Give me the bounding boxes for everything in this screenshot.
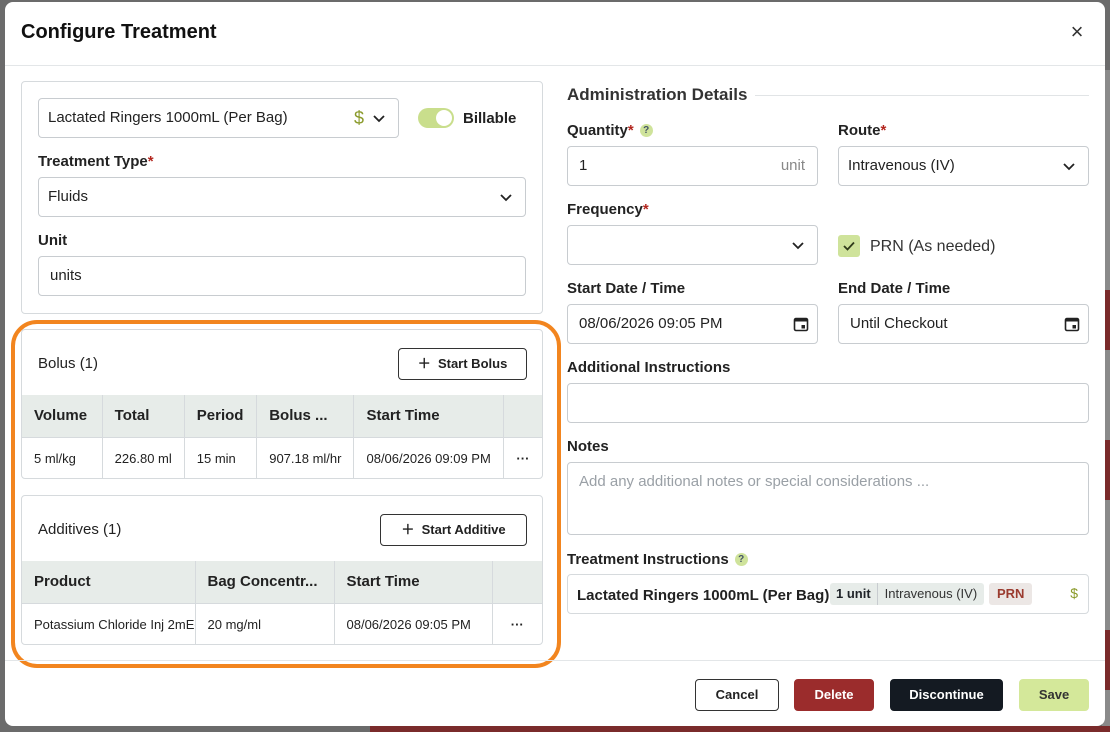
cell-rate: 907.18 ml/hr bbox=[256, 437, 355, 479]
section-title: Administration Details bbox=[567, 85, 748, 104]
start-date-input[interactable]: 08/06/2026 09:05 PM bbox=[567, 304, 818, 344]
additional-instructions-label: Additional Instructions bbox=[567, 359, 731, 376]
prn-chip: PRN bbox=[989, 583, 1033, 605]
cell-total: 226.80 ml bbox=[102, 437, 185, 479]
close-icon[interactable]: × bbox=[1067, 21, 1087, 43]
cell-concentration: 20 mg/ml bbox=[195, 603, 335, 645]
cell-volume: 5 ml/kg bbox=[22, 437, 103, 479]
plus-icon: ＋ bbox=[401, 522, 415, 537]
column-header[interactable]: Start Time bbox=[334, 561, 493, 604]
additives-table: Product Bag Concentr... Start Time Potas… bbox=[22, 561, 542, 645]
bolus-panel: Bolus (1) ＋ Start Bolus Volume Total Per… bbox=[21, 329, 543, 479]
cell-period: 15 min bbox=[184, 437, 258, 479]
discontinue-button[interactable]: Discontinue bbox=[890, 679, 1003, 711]
product-panel: Lactated Ringers 1000mL (Per Bag) $ Bill… bbox=[21, 81, 543, 314]
delete-button[interactable]: Delete bbox=[794, 679, 874, 711]
table-row[interactable]: 5 ml/kg 226.80 ml 15 min 907.18 ml/hr 08… bbox=[22, 437, 542, 479]
configure-treatment-modal: Configure Treatment × Lactated Ringers 1… bbox=[5, 2, 1105, 726]
column-header[interactable]: Start Time bbox=[353, 395, 504, 438]
start-date-value: 08/06/2026 09:05 PM bbox=[579, 315, 723, 332]
billable-label: Billable bbox=[463, 110, 517, 127]
dollar-icon: $ bbox=[353, 108, 364, 128]
route-select[interactable]: Intravenous (IV) bbox=[838, 146, 1089, 186]
summary-chips: 1 unit Intravenous (IV) bbox=[830, 583, 985, 605]
prn-checkbox[interactable] bbox=[838, 235, 860, 257]
table-row[interactable]: Potassium Chloride Inj 2mEq/mL 20 mg/ml … bbox=[22, 603, 542, 645]
product-select-value: Lactated Ringers 1000mL (Per Bag) bbox=[48, 109, 288, 126]
billable-toggle[interactable] bbox=[418, 108, 454, 128]
treatment-type-value: Fluids bbox=[48, 188, 89, 205]
end-date-label: End Date / Time bbox=[838, 280, 951, 297]
cell-product: Potassium Chloride Inj 2mEq/mL bbox=[22, 603, 196, 645]
save-button[interactable]: Save bbox=[1019, 679, 1089, 711]
cell-start-time: 08/06/2026 09:05 PM bbox=[334, 603, 493, 645]
help-icon[interactable]: ? bbox=[639, 124, 653, 137]
help-icon[interactable]: ? bbox=[734, 553, 748, 566]
column-header-actions bbox=[492, 561, 542, 604]
modal-footer: Cancel Delete Discontinue Save bbox=[5, 660, 1105, 726]
table-header-row: Volume Total Period Bolus ... Start Time bbox=[22, 395, 542, 438]
calendar-icon[interactable] bbox=[1064, 316, 1080, 332]
route-chip: Intravenous (IV) bbox=[884, 586, 978, 601]
treatment-instructions-label: Treatment Instructions? bbox=[567, 551, 748, 568]
chevron-down-icon bbox=[500, 194, 512, 202]
quantity-suffix: unit bbox=[780, 157, 805, 174]
plus-icon: ＋ bbox=[417, 356, 431, 371]
column-header-actions bbox=[503, 395, 542, 438]
summary-product-name: Lactated Ringers 1000mL (Per Bag) bbox=[577, 587, 830, 604]
notes-placeholder: Add any additional notes or special cons… bbox=[579, 473, 930, 490]
notes-textarea[interactable]: Add any additional notes or special cons… bbox=[567, 462, 1089, 535]
quantity-input[interactable]: 1 unit bbox=[567, 146, 818, 186]
start-bolus-button[interactable]: ＋ Start Bolus bbox=[398, 348, 527, 380]
route-value: Intravenous (IV) bbox=[848, 157, 955, 174]
background-accent bbox=[370, 726, 1110, 732]
unit-value: units bbox=[50, 267, 82, 284]
end-date-value: Until Checkout bbox=[850, 315, 948, 332]
bolus-table: Volume Total Period Bolus ... Start Time… bbox=[22, 395, 542, 479]
column-header[interactable]: Volume bbox=[22, 395, 103, 438]
product-select[interactable]: Lactated Ringers 1000mL (Per Bag) $ bbox=[38, 98, 399, 138]
divider bbox=[755, 95, 1089, 96]
treatment-type-select[interactable]: Fluids bbox=[38, 177, 526, 217]
dollar-icon: $ bbox=[1070, 585, 1078, 601]
column-header[interactable]: Bag Concentr... bbox=[195, 561, 335, 604]
bolus-title: Bolus (1) bbox=[38, 355, 99, 372]
frequency-select[interactable] bbox=[567, 225, 818, 265]
modal-header: Configure Treatment × bbox=[5, 2, 1105, 66]
column-header[interactable]: Product bbox=[22, 561, 196, 604]
chevron-down-icon bbox=[1063, 163, 1075, 171]
treatment-type-label: Treatment Type* bbox=[38, 153, 154, 170]
chevron-down-icon bbox=[373, 115, 385, 123]
route-label: Route* bbox=[838, 122, 887, 139]
unit-input[interactable]: units bbox=[38, 256, 526, 296]
column-header[interactable]: Bolus ... bbox=[256, 395, 355, 438]
chevron-down-icon bbox=[792, 242, 804, 250]
column-header[interactable]: Total bbox=[102, 395, 185, 438]
start-additive-button[interactable]: ＋ Start Additive bbox=[380, 514, 527, 546]
row-menu-icon[interactable]: ··· bbox=[503, 437, 542, 479]
notes-label: Notes bbox=[567, 438, 609, 455]
cancel-button[interactable]: Cancel bbox=[695, 679, 779, 711]
column-header[interactable]: Period bbox=[184, 395, 258, 438]
quantity-label: Quantity*? bbox=[567, 122, 653, 139]
modal-title: Configure Treatment bbox=[21, 21, 217, 43]
end-date-input[interactable]: Until Checkout bbox=[838, 304, 1089, 344]
cell-start-time: 08/06/2026 09:09 PM bbox=[353, 437, 504, 479]
additives-panel: Additives (1) ＋ Start Additive Product B… bbox=[21, 495, 543, 645]
quantity-value: 1 bbox=[579, 157, 588, 174]
frequency-label: Frequency* bbox=[567, 201, 649, 218]
quantity-chip: 1 unit bbox=[830, 583, 878, 605]
start-date-label: Start Date / Time bbox=[567, 280, 686, 297]
calendar-icon[interactable] bbox=[793, 316, 809, 332]
additives-title: Additives (1) bbox=[38, 521, 122, 538]
table-header-row: Product Bag Concentr... Start Time bbox=[22, 561, 542, 604]
unit-label: Unit bbox=[38, 232, 68, 249]
row-menu-icon[interactable]: ··· bbox=[492, 603, 542, 645]
treatment-summary: Lactated Ringers 1000mL (Per Bag) 1 unit… bbox=[567, 574, 1089, 614]
prn-label: PRN (As needed) bbox=[870, 238, 996, 255]
additional-instructions-input[interactable] bbox=[567, 383, 1089, 423]
check-icon bbox=[843, 241, 855, 251]
